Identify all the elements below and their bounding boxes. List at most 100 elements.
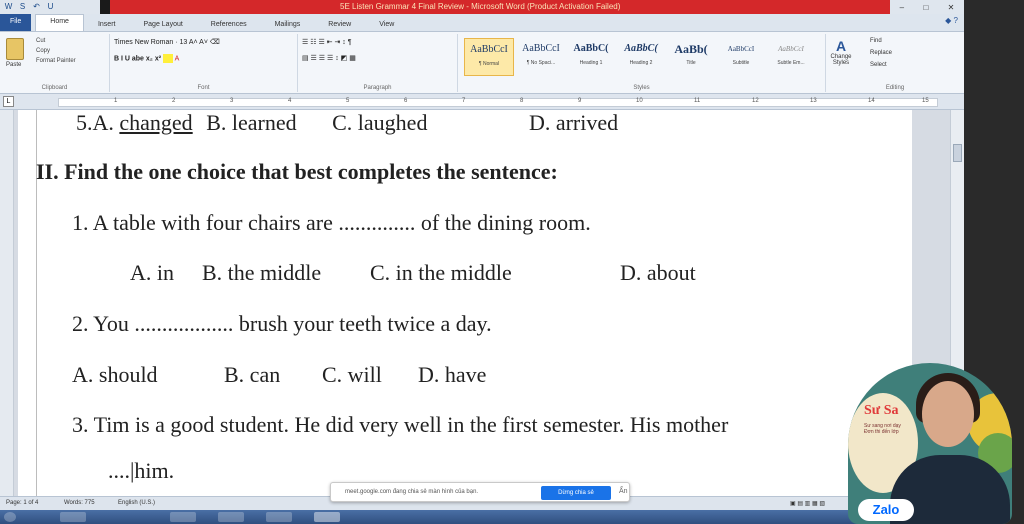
style-name: Heading 1 xyxy=(579,60,603,66)
word-icon[interactable]: W xyxy=(3,2,14,12)
tab-page-layout[interactable]: Page Layout xyxy=(129,21,196,31)
select-button[interactable]: Select xyxy=(870,62,887,68)
page-count[interactable]: Page: 1 of 4 xyxy=(6,500,38,506)
grow-font-icon[interactable]: A˄ A˅ xyxy=(189,39,210,46)
tab-references[interactable]: References xyxy=(197,21,261,31)
taskbar-app[interactable] xyxy=(60,512,86,522)
ruler-number: 1 xyxy=(114,98,118,104)
copy-button[interactable]: Copy xyxy=(36,48,50,54)
word-count[interactable]: Words: 775 xyxy=(64,500,95,506)
zalo-logo: Zalo xyxy=(858,499,914,521)
bold-italic-underline-buttons[interactable]: B I U abe x₂ x² xyxy=(114,55,161,62)
paste-icon[interactable] xyxy=(6,38,24,60)
ruler-number: 6 xyxy=(404,98,408,104)
ruler-number: 5 xyxy=(346,98,350,104)
q2-option-d: D. have xyxy=(418,362,487,387)
tab-selector-icon[interactable]: L xyxy=(3,96,14,107)
q1-option-b: B. the middle xyxy=(202,260,322,285)
stop-sharing-button[interactable]: Dừng chia sẻ xyxy=(541,486,611,500)
ribbon-tabs: File Home Insert Page Layout References … xyxy=(0,14,964,32)
horizontal-ruler[interactable]: L 1 2 3 4 5 6 7 8 9 10 11 12 13 14 15 xyxy=(0,94,964,110)
style-heading-1[interactable]: AaBbC( Heading 1 xyxy=(566,38,616,76)
paste-button[interactable]: Paste xyxy=(6,62,21,68)
question-3-continuation[interactable]: ....|him. xyxy=(108,458,174,484)
webcam-video[interactable]: Sư Sa Sư sang nơi dạy Đơn thi đến lớp Za… xyxy=(848,363,1012,524)
document-page[interactable]: 5.A. changed B. learned C. laughed D. ar… xyxy=(18,110,912,496)
q5-option-d: arrived xyxy=(555,110,619,135)
ruler-number: 3 xyxy=(230,98,234,104)
editing-label: Editing xyxy=(885,85,905,91)
q1-option-d: D. about xyxy=(620,260,696,285)
person-face xyxy=(922,381,974,447)
tab-insert[interactable]: Insert xyxy=(84,21,130,31)
taskbar-app[interactable] xyxy=(170,512,196,522)
question-5: 5.A. changed B. learned C. laughed D. ar… xyxy=(76,110,618,136)
font-group: Times New Roman · 13 A˄ A˅ ⌫ B I U abe x… xyxy=(110,34,298,92)
list-icons[interactable]: ☰ ☷ ☰ ⇤ ⇥ ↕ ¶ xyxy=(302,38,352,46)
ruler-number: 8 xyxy=(520,98,524,104)
style-sample: AaBbCcI xyxy=(727,45,755,53)
minimize-icon[interactable]: – xyxy=(900,3,904,12)
style-name: Heading 2 xyxy=(629,60,653,66)
style-normal[interactable]: AaBbCcI ¶ Normal xyxy=(464,38,514,76)
question-2-text: 2. You .................. brush your tee… xyxy=(72,311,492,336)
customize-icon[interactable]: U xyxy=(45,2,56,12)
font-name-select[interactable]: Times New Roman xyxy=(114,39,173,46)
font-label: Font xyxy=(197,85,210,91)
taskbar-app-word[interactable] xyxy=(314,512,340,522)
ribbon: Paste Cut Copy Format Painter Clipboard … xyxy=(0,32,964,94)
style-sample: AaBbCcI xyxy=(778,45,804,53)
quick-access-toolbar: W S ↶ U xyxy=(0,0,100,14)
cut-button[interactable]: Cut xyxy=(36,38,45,44)
close-icon[interactable]: ✕ xyxy=(948,3,955,12)
editing-group: Find Replace Select Editing xyxy=(826,34,964,92)
ruler-number: 4 xyxy=(288,98,292,104)
hide-notification-button[interactable]: Ẩn xyxy=(619,488,628,495)
replace-button[interactable]: Replace xyxy=(870,50,892,56)
tab-file[interactable]: File xyxy=(0,14,32,31)
style-title[interactable]: AaBb( Title xyxy=(666,38,716,76)
find-button[interactable]: Find xyxy=(870,38,882,44)
window-controls: – □ ✕ xyxy=(890,0,964,14)
scrollbar-thumb[interactable] xyxy=(953,144,962,162)
style-no-spacing[interactable]: AaBbCcI ¶ No Spaci... xyxy=(516,38,566,76)
tab-mailings[interactable]: Mailings xyxy=(261,21,315,31)
language-indicator[interactable]: English (U.S.) xyxy=(118,500,155,506)
video-logo-subtitle: Sư sang nơi dạy Đơn thi đến lớp xyxy=(864,423,901,435)
font-color-icon[interactable]: A xyxy=(175,55,180,62)
ruler-number: 12 xyxy=(752,98,759,104)
ruler-number: 10 xyxy=(636,98,643,104)
tab-home[interactable]: Home xyxy=(35,14,84,31)
font-size-select[interactable]: 13 xyxy=(180,39,188,46)
tab-review[interactable]: Review xyxy=(314,21,365,31)
style-name: Title xyxy=(686,60,696,66)
style-name: ¶ Normal xyxy=(478,61,500,67)
taskbar-app[interactable] xyxy=(266,512,292,522)
help-icon[interactable]: ◆ ? xyxy=(945,16,958,25)
ruler-number: 2 xyxy=(172,98,176,104)
maximize-icon[interactable]: □ xyxy=(923,3,928,12)
save-icon[interactable]: S xyxy=(17,2,28,12)
style-sample: AaBb( xyxy=(674,42,708,56)
undo-icon[interactable]: ↶ xyxy=(31,2,42,12)
q5-b-prefix: B. xyxy=(206,110,232,135)
style-sample: AaBbCcI xyxy=(522,43,560,54)
vertical-ruler[interactable] xyxy=(0,110,14,496)
style-sample: AaBbC( xyxy=(624,43,658,54)
style-heading-2[interactable]: AaBbC( Heading 2 xyxy=(616,38,666,76)
video-logo: Sư Sa xyxy=(864,403,899,418)
style-subtitle[interactable]: AaBbCcI Subtitle xyxy=(716,38,766,76)
screen-share-notification: meet.google.com đang chia sẻ màn hình củ… xyxy=(330,482,630,502)
clear-format-icon[interactable]: ⌫ xyxy=(210,39,220,46)
view-mode-icons[interactable]: ▣ ▤ ▥ ▦ ▧ xyxy=(790,500,825,507)
start-button[interactable] xyxy=(4,512,16,522)
style-name: Subtitle xyxy=(732,60,750,66)
highlight-icon[interactable] xyxy=(163,54,174,63)
tab-view[interactable]: View xyxy=(365,21,408,31)
taskbar-app[interactable] xyxy=(218,512,244,522)
paragraph-group: ☰ ☷ ☰ ⇤ ⇥ ↕ ¶ ▤ ☰ ☰ ☰ ↕ ◩ ▦ Paragraph xyxy=(298,34,458,92)
align-icons[interactable]: ▤ ☰ ☰ ☰ ↕ ◩ ▦ xyxy=(302,54,356,62)
style-subtle-emphasis[interactable]: AaBbCcI Subtle Em... xyxy=(766,38,816,76)
ruler-track xyxy=(58,98,938,107)
format-painter-button[interactable]: Format Painter xyxy=(36,58,76,64)
